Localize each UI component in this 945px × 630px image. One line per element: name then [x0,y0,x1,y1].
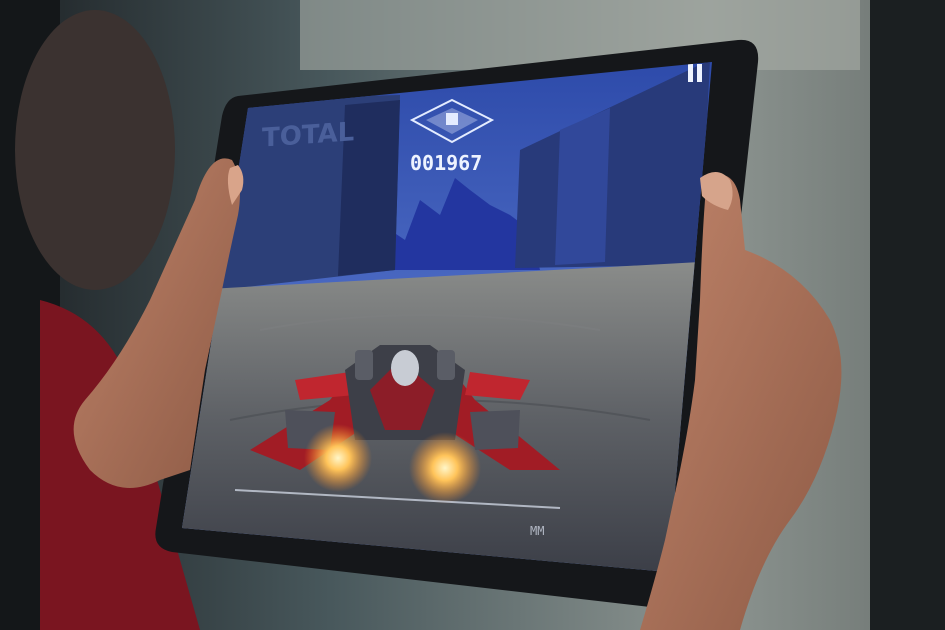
scene-svg: TOTAL 001967 MM [0,0,945,630]
right-container-front [555,108,610,265]
pause-icon [688,64,693,82]
right-thruster-glow [409,432,481,504]
right-dark-panel [870,0,945,630]
photo-scene: TOTAL 001967 MM [0,0,945,630]
hud-right-label: MM [530,524,544,538]
left-thruster-glow [304,424,372,492]
score-counter: 001967 [410,151,482,175]
person-head [15,10,175,290]
